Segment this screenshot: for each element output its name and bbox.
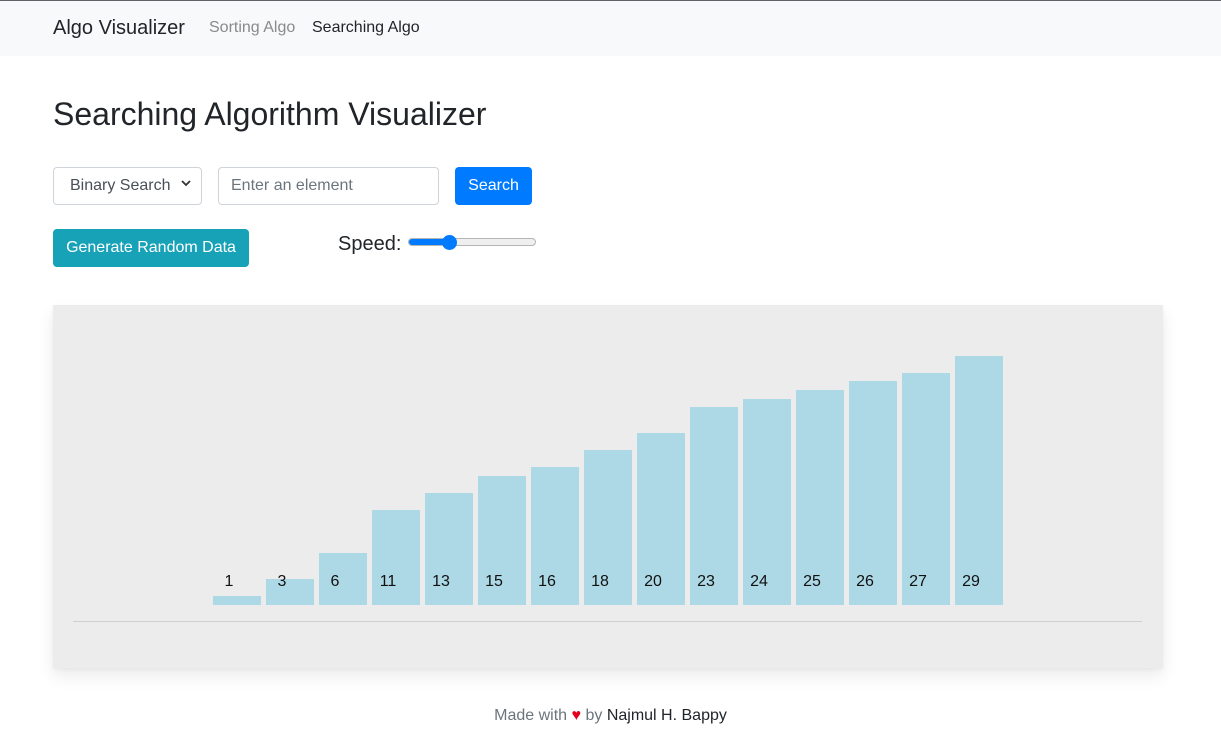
bar bbox=[902, 373, 950, 605]
heart-icon: ♥ bbox=[571, 707, 582, 724]
bar-value-label: 13 bbox=[432, 573, 450, 590]
speed-slider-track[interactable] bbox=[408, 238, 536, 246]
nav-link-searching[interactable]: Searching Algo bbox=[312, 19, 420, 37]
footer-by: by bbox=[585, 707, 603, 724]
page-title: Searching Algorithm Visualizer bbox=[53, 96, 487, 132]
footer: Made with ♥ by Najmul H. Bappy bbox=[0, 707, 1221, 725]
search-button[interactable]: Search bbox=[455, 167, 532, 205]
bar-value-label: 29 bbox=[962, 573, 980, 590]
bar-value-label: 24 bbox=[750, 573, 768, 590]
bar-chart: 1 3 6 11 13 15 16 18 20 23 24 25 26 27 29 bbox=[53, 305, 1163, 668]
baseline-divider bbox=[73, 621, 1142, 622]
bar-value-label: 3 bbox=[277, 573, 287, 590]
visualization-panel: 1 3 6 11 13 15 16 18 20 23 24 25 26 27 29 bbox=[53, 305, 1163, 668]
nav-link-sorting[interactable]: Sorting Algo bbox=[209, 19, 295, 37]
bar-value-label: 23 bbox=[697, 573, 715, 590]
bar-value-label: 25 bbox=[803, 573, 821, 590]
bar-value-label: 26 bbox=[856, 573, 874, 590]
bar-value-label: 27 bbox=[909, 573, 927, 590]
chevron-down-icon bbox=[181, 177, 191, 191]
bar-value-label: 6 bbox=[330, 573, 340, 590]
generate-random-data-button[interactable]: Generate Random Data bbox=[53, 229, 249, 267]
element-input[interactable] bbox=[218, 167, 439, 205]
bar bbox=[213, 596, 261, 605]
algorithm-select-value: Binary Search bbox=[70, 177, 171, 194]
speed-slider-thumb[interactable] bbox=[441, 235, 457, 250]
bar bbox=[955, 356, 1003, 605]
bar-value-label: 15 bbox=[485, 573, 503, 590]
footer-prefix: Made with bbox=[494, 707, 568, 724]
bar bbox=[849, 381, 897, 605]
bar-value-label: 18 bbox=[591, 573, 609, 590]
navbar: Algo Visualizer Sorting Algo Searching A… bbox=[0, 0, 1221, 56]
bar-value-label: 20 bbox=[644, 573, 662, 590]
bar-value-label: 1 bbox=[224, 573, 234, 590]
bar-value-label: 11 bbox=[379, 573, 397, 590]
speed-label: Speed: bbox=[338, 233, 402, 255]
footer-author[interactable]: Najmul H. Bappy bbox=[607, 707, 727, 724]
algorithm-select[interactable]: Binary Search bbox=[53, 167, 202, 205]
brand-logo-text[interactable]: Algo Visualizer bbox=[53, 17, 185, 40]
bar-value-label: 16 bbox=[538, 573, 556, 590]
